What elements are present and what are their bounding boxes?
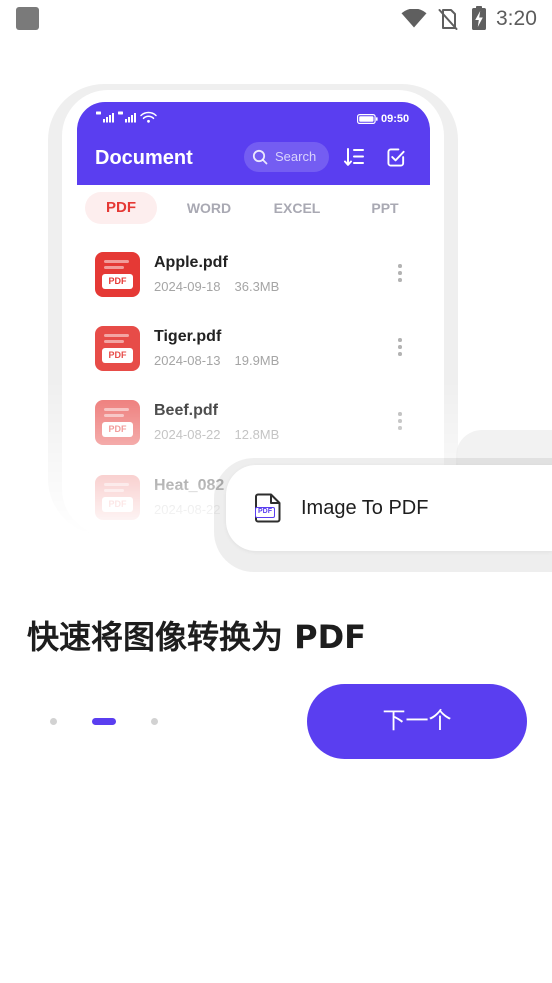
file-date: 2024-08-22 [154, 502, 221, 517]
more-options-icon [397, 264, 403, 282]
file-meta: 2024-08-22 [154, 502, 221, 518]
onboarding-title: 快速将图像转换为 PDF [27, 618, 367, 656]
page-dot [92, 718, 116, 725]
list-item: PDF Beef.pdf 2024-08-22 12.8MB [95, 400, 415, 448]
more-options-icon [397, 338, 403, 356]
file-meta: 2024-08-22 12.8MB [154, 427, 279, 443]
file-size: 19.9MB [234, 353, 280, 368]
mini-battery-icon [357, 114, 378, 124]
app-notification-icon [16, 7, 39, 30]
file-date: 2024-08-13 [154, 353, 221, 368]
file-size: 12.8MB [234, 427, 280, 442]
page-dot [151, 718, 158, 725]
search-placeholder: Search [275, 149, 317, 164]
pdf-file-icon: PDF [95, 252, 140, 297]
file-name: Beef.pdf [154, 402, 218, 419]
file-date: 2024-09-18 [154, 279, 221, 294]
page-dot [50, 718, 57, 725]
mockup-page-title: Document [95, 147, 193, 169]
battery-charging-icon [472, 6, 486, 30]
status-bar: 3:20 [0, 0, 552, 40]
sort-icon [344, 148, 364, 166]
pdf-file-icon-label: PDF [102, 422, 133, 437]
list-item: PDF Apple.pdf 2024-09-18 36.3MB [95, 252, 415, 300]
pdf-file-icon-label: PDF [102, 274, 133, 289]
pdf-file-icon-label: PDF [102, 497, 133, 512]
tab-word: WORD [186, 200, 232, 216]
next-button[interactable]: 下一个 [307, 684, 527, 759]
pdf-document-icon-label: PDF [255, 507, 275, 518]
file-size: 36.3MB [234, 279, 280, 294]
file-name: Apple.pdf [154, 254, 228, 271]
file-meta: 2024-08-13 19.9MB [154, 353, 279, 369]
pdf-document-icon: PDF [254, 493, 281, 523]
no-sim-icon [438, 9, 458, 30]
mockup-status-time: 09:50 [381, 113, 410, 125]
status-time: 3:20 [496, 7, 537, 30]
page-indicator [50, 718, 158, 725]
file-date: 2024-08-22 [154, 427, 221, 442]
search-icon [252, 149, 268, 165]
more-options-icon [397, 412, 403, 430]
list-item: PDF Tiger.pdf 2024-08-13 19.9MB [95, 326, 415, 374]
tab-pdf: PDF [85, 192, 157, 224]
file-name: Tiger.pdf [154, 328, 222, 345]
file-meta: 2024-09-18 36.3MB [154, 279, 279, 295]
mockup-search-box: Search [244, 142, 329, 172]
pdf-file-icon: PDF [95, 326, 140, 371]
mockup-app-header: 09:50 Document Search [77, 102, 430, 185]
pdf-file-icon-label: PDF [102, 348, 133, 363]
pdf-file-icon: PDF [95, 400, 140, 445]
signal-icon [96, 111, 157, 123]
tab-ppt: PPT [371, 200, 399, 216]
select-checkbox-icon [387, 148, 405, 167]
tab-excel: EXCEL [273, 200, 321, 216]
pdf-file-icon: PDF [95, 475, 140, 520]
wifi-icon [401, 9, 427, 28]
feature-card-label: Image To PDF [301, 497, 429, 519]
feature-card: PDF Image To PDF [226, 465, 552, 551]
